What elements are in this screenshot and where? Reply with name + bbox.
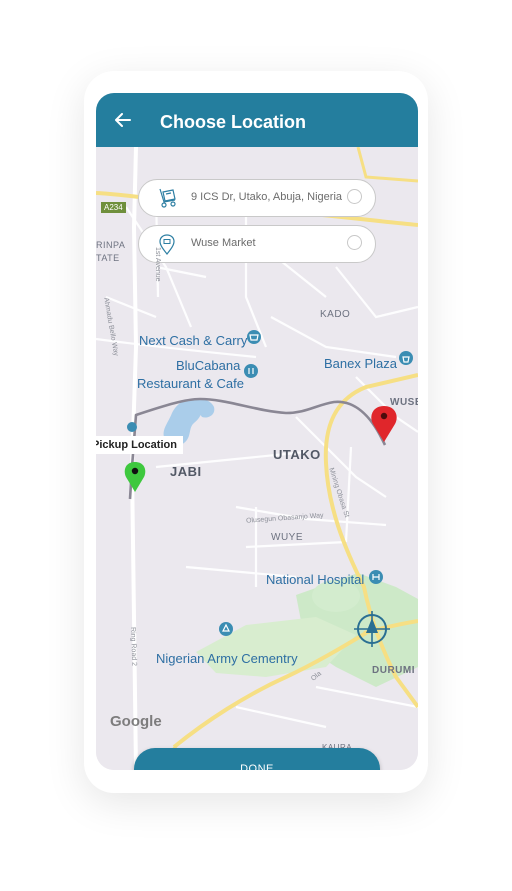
destination-field[interactable]: Wuse Market: [138, 225, 376, 263]
area-label-wuye: WUYE: [271, 532, 303, 543]
destination-radio[interactable]: [347, 235, 362, 250]
place-label-next-cash: Next Cash & Carry: [139, 333, 248, 348]
area-label-wuse: WUSE: [390, 397, 418, 408]
pickup-address-field[interactable]: 9 ICS Dr, Utako, Abuja, Nigeria: [138, 179, 376, 217]
trolley-icon: [159, 188, 176, 208]
area-label-durumi: DURUMI: [372, 665, 415, 676]
page-title: Choose Location: [160, 112, 307, 132]
pickup-address-text: 9 ICS Dr, Utako, Abuja, Nigeria: [191, 191, 343, 203]
app-screen: Choose Location 9 ICS Dr, Utako, Abuja, …: [96, 93, 418, 770]
street-label-first-avenue: 1st Avenue: [154, 247, 161, 282]
pickup-radio[interactable]: [347, 189, 362, 204]
app-header: Choose Location: [96, 93, 418, 147]
area-label-utako: UTAKO: [273, 447, 321, 462]
place-label-blucabana: BluCabana: [176, 358, 241, 373]
place-label-blucabana-sub: Restaurant & Cafe: [137, 376, 244, 391]
pickup-location-callout: Pickup Location: [96, 436, 183, 454]
place-label-army-cemetery: Nigerian Army Cementry: [156, 651, 298, 666]
area-label-tate: TATE: [96, 253, 120, 263]
destination-text: Wuse Market: [191, 237, 256, 249]
area-label-kado: KADO: [320, 309, 351, 320]
area-label-rinpa: RINPA: [96, 240, 126, 250]
highway-shield: A234: [101, 202, 126, 213]
pickup-pin-icon[interactable]: [124, 462, 146, 492]
street-label-ring-road: Ring Road 2: [129, 627, 138, 667]
area-label-jabi: JABI: [170, 464, 202, 479]
map-view[interactable]: 9 ICS Dr, Utako, Abuja, Nigeria Wuse Mar…: [96, 147, 418, 770]
arrow-left-icon: [115, 113, 131, 127]
place-label-national-hospital: National Hospital: [266, 572, 365, 587]
place-label-banex: Banex Plaza: [324, 356, 397, 371]
google-logo: Google: [110, 713, 162, 730]
back-button[interactable]: [110, 107, 136, 133]
destination-pin-icon[interactable]: [371, 406, 397, 442]
done-button[interactable]: DONE: [134, 748, 380, 770]
